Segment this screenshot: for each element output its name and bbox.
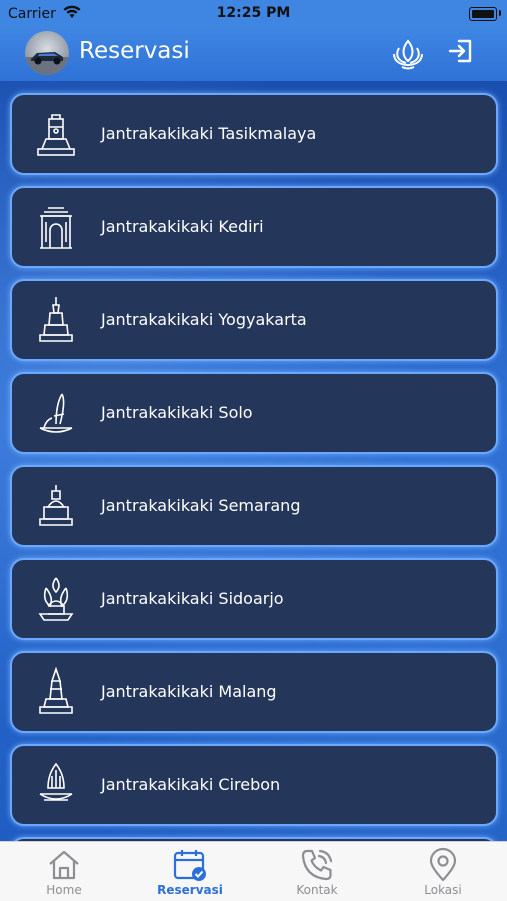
semarang-monument-icon bbox=[39, 485, 73, 526]
tab-bar: Home Reservasi Kontak Lokasi bbox=[0, 841, 507, 901]
location-card-malang[interactable]: Jantrakakikaki Malang bbox=[10, 651, 498, 733]
location-pin-icon bbox=[429, 847, 457, 882]
tab-kontak[interactable]: Kontak bbox=[254, 842, 380, 901]
clock: 12:25 PM bbox=[216, 5, 291, 21]
location-label: Jantrakakikaki Yogyakarta bbox=[101, 310, 307, 329]
cirebon-monument-icon bbox=[39, 762, 73, 801]
status-bar: Carrier 12:25 PM bbox=[0, 0, 507, 28]
location-card-tasikmalaya[interactable]: Jantrakakikaki Tasikmalaya bbox=[10, 93, 498, 175]
kediri-gate-icon bbox=[40, 207, 72, 249]
tab-label: Lokasi bbox=[424, 883, 462, 897]
location-card-sidoarjo[interactable]: Jantrakakikaki Sidoarjo bbox=[10, 558, 498, 640]
yogyakarta-tugu-icon bbox=[39, 297, 73, 342]
solo-monument-icon bbox=[39, 393, 73, 433]
location-label: Jantrakakikaki Semarang bbox=[101, 496, 301, 515]
avatar[interactable] bbox=[25, 31, 69, 75]
location-label: Jantrakakikaki Cirebon bbox=[101, 775, 281, 794]
page-title: Reservasi bbox=[79, 38, 190, 64]
location-label: Jantrakakikaki Malang bbox=[101, 682, 277, 701]
logout-icon[interactable] bbox=[446, 36, 476, 66]
location-label: Jantrakakikaki Tasikmalaya bbox=[101, 124, 317, 143]
tab-reservasi[interactable]: Reservasi bbox=[127, 842, 253, 901]
location-card-yogyakarta[interactable]: Jantrakakikaki Yogyakarta bbox=[10, 279, 498, 361]
location-card-cirebon[interactable]: Jantrakakikaki Cirebon bbox=[10, 744, 498, 826]
lotus-logo-icon[interactable] bbox=[390, 36, 426, 72]
home-icon bbox=[49, 850, 79, 880]
location-label: Jantrakakikaki Sidoarjo bbox=[101, 589, 284, 608]
malang-monument-icon bbox=[39, 667, 73, 714]
tab-lokasi[interactable]: Lokasi bbox=[380, 842, 506, 901]
location-label: Jantrakakikaki Solo bbox=[101, 403, 253, 422]
location-card-semarang[interactable]: Jantrakakikaki Semarang bbox=[10, 465, 498, 547]
phone-icon bbox=[301, 849, 333, 881]
tasikmalaya-monument-icon bbox=[37, 114, 75, 156]
nav-bar: Reservasi bbox=[0, 28, 507, 81]
battery-icon bbox=[469, 7, 497, 21]
tab-home[interactable]: Home bbox=[1, 842, 127, 901]
location-card-kediri[interactable]: Jantrakakikaki Kediri bbox=[10, 186, 498, 268]
tab-label: Kontak bbox=[296, 883, 338, 897]
tab-label: Home bbox=[46, 883, 82, 897]
car-avatar-icon bbox=[25, 52, 69, 75]
sidoarjo-monument-icon bbox=[38, 577, 74, 621]
location-list: Jantrakakikaki Tasikmalaya Jantrakakikak… bbox=[0, 81, 507, 841]
calendar-check-icon bbox=[173, 850, 206, 881]
location-label: Jantrakakikaki Kediri bbox=[101, 217, 264, 236]
location-card-solo[interactable]: Jantrakakikaki Solo bbox=[10, 372, 498, 454]
tab-label: Reservasi bbox=[157, 883, 223, 897]
